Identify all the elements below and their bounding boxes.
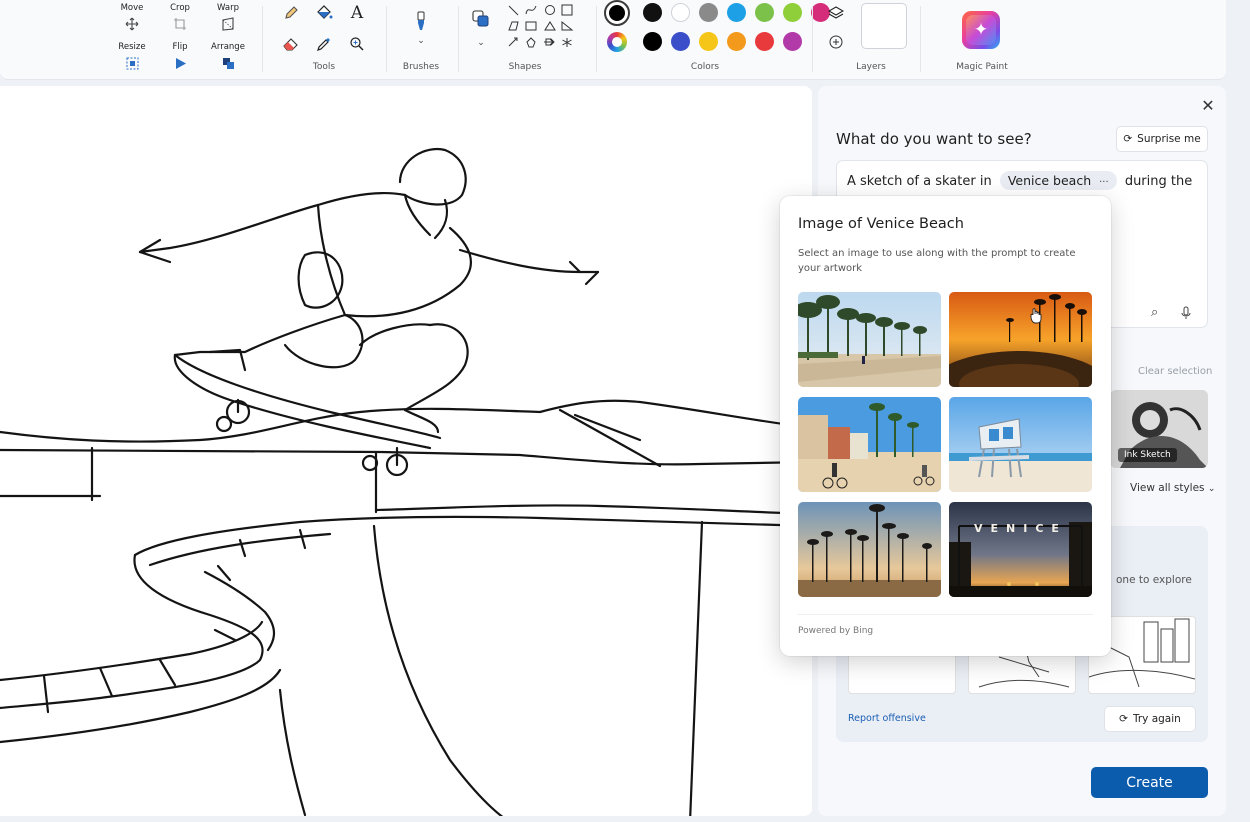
shapes-gallery[interactable]	[504, 2, 582, 52]
brushes-group-label: Brushes	[402, 62, 440, 72]
crop-label: Crop	[170, 3, 190, 13]
view-all-styles-label: View all styles	[1130, 482, 1205, 494]
color-swatch[interactable]	[755, 3, 774, 22]
popup-description: Select an image to use along with the pr…	[798, 248, 1076, 274]
microphone-icon[interactable]	[1181, 305, 1191, 324]
prompt-text: A sketch of a skater in Venice beach ···…	[847, 171, 1192, 190]
ribbon-toolbar: Move Crop Warp Resize Flip Arrange A Too…	[0, 0, 1226, 80]
venice-image-5[interactable]	[798, 502, 941, 597]
close-icon[interactable]: ✕	[1198, 96, 1218, 116]
colors-group-label: Colors	[690, 62, 720, 72]
brush-icon[interactable]	[410, 10, 432, 32]
warp-label: Warp	[217, 3, 239, 13]
location-chip[interactable]: Venice beach ···	[999, 171, 1117, 190]
resize-label: Resize	[118, 42, 146, 52]
flip-icon[interactable]	[169, 52, 191, 74]
layer-thumbnail[interactable]	[861, 3, 907, 49]
divider	[458, 6, 459, 72]
view-all-styles-link[interactable]: View all styles ⌄	[1130, 482, 1215, 494]
color-swatch[interactable]	[727, 32, 746, 51]
divider	[812, 6, 813, 72]
color-wheel-icon[interactable]	[607, 32, 627, 52]
chip-label: Venice beach	[1007, 173, 1092, 188]
color-swatch[interactable]	[671, 3, 690, 22]
refresh-icon: ⟳	[1119, 713, 1128, 725]
move-icon[interactable]	[121, 13, 143, 35]
color-swatch[interactable]	[699, 3, 718, 22]
shape-fill-icon[interactable]	[470, 8, 492, 30]
color-swatch[interactable]	[671, 32, 690, 51]
venice-image-1[interactable]	[798, 292, 941, 387]
chevron-down-icon: ⌄	[1207, 484, 1216, 494]
surprise-me-label: Surprise me	[1137, 133, 1201, 145]
divider	[596, 6, 597, 72]
cursor-icon	[1030, 308, 1042, 324]
powered-by-bing: Powered by Bing	[798, 626, 874, 636]
crop-icon[interactable]	[169, 13, 191, 35]
shapes-group-label: Shapes	[508, 62, 542, 72]
arrange-label: Arrange	[211, 42, 245, 52]
popup-divider	[798, 614, 1093, 615]
try-again-label: Try again	[1132, 713, 1181, 725]
warp-icon[interactable]	[217, 13, 239, 35]
eraser-icon[interactable]	[280, 33, 302, 55]
color-swatch[interactable]	[755, 32, 774, 51]
drawing-canvas[interactable]	[0, 86, 812, 816]
resize-icon[interactable]	[121, 52, 143, 74]
surprise-me-button[interactable]: ⟳ Surprise me	[1116, 126, 1208, 152]
report-offensive-link[interactable]: Report offensive	[848, 713, 926, 724]
divider	[920, 6, 921, 72]
tools-group-label: Tools	[312, 62, 336, 72]
color-swatch[interactable]	[643, 3, 662, 22]
panel-title: What do you want to see?	[836, 130, 1032, 148]
move-label: Move	[120, 3, 144, 13]
color-picker-icon[interactable]	[313, 33, 335, 55]
fill-bucket-icon[interactable]	[313, 2, 335, 24]
divider	[386, 6, 387, 72]
venice-image-3[interactable]	[798, 397, 941, 492]
magic-paint-group-label: Magic Paint	[956, 62, 1008, 72]
chevron-down-icon[interactable]: ⌄	[470, 32, 492, 54]
venice-image-2[interactable]	[949, 292, 1092, 387]
flip-label: Flip	[172, 42, 188, 52]
color-swatch[interactable]	[727, 3, 746, 22]
primary-color-ring[interactable]	[604, 0, 630, 26]
popup-title: Image of Venice Beach	[798, 216, 964, 232]
color-swatch[interactable]	[699, 32, 718, 51]
clear-selection-link[interactable]: Clear selection	[1138, 366, 1212, 377]
text-icon[interactable]: A	[346, 2, 368, 24]
chip-more-icon[interactable]: ···	[1099, 177, 1109, 188]
color-swatch[interactable]	[643, 32, 662, 51]
layers-icon[interactable]	[825, 2, 847, 24]
skater-sketch	[0, 147, 812, 816]
prompt-prefix: A sketch of a skater in	[847, 174, 992, 189]
divider	[262, 6, 263, 72]
color-swatch[interactable]	[783, 32, 802, 51]
magnifier-icon[interactable]	[346, 33, 368, 55]
venice-image-4[interactable]	[949, 397, 1092, 492]
image-reference-popup: Image of Venice Beach Select an image to…	[780, 196, 1111, 656]
prompt-suffix: during the	[1124, 174, 1193, 189]
color-swatch[interactable]	[783, 3, 802, 22]
venice-sign-text: VENICE	[974, 522, 1067, 535]
plus-icon[interactable]	[825, 31, 847, 53]
pencil-icon[interactable]	[280, 2, 302, 24]
primary-color-swatch	[609, 5, 625, 21]
image-search-icon[interactable]: ⌕	[1151, 305, 1158, 320]
refresh-icon: ⟳	[1123, 133, 1133, 145]
explore-hint: one to explore	[1116, 574, 1192, 586]
style-caption: Ink Sketch	[1118, 448, 1177, 462]
create-button[interactable]: Create	[1091, 767, 1208, 798]
layers-group-label: Layers	[856, 62, 886, 72]
arrange-icon[interactable]	[217, 52, 239, 74]
try-again-button[interactable]: ⟳ Try again	[1104, 706, 1196, 732]
venice-image-6[interactable]: VENICE	[949, 502, 1092, 597]
chevron-down-icon[interactable]: ⌄	[410, 30, 432, 52]
magic-paint-icon[interactable]: ✦	[962, 11, 1000, 49]
